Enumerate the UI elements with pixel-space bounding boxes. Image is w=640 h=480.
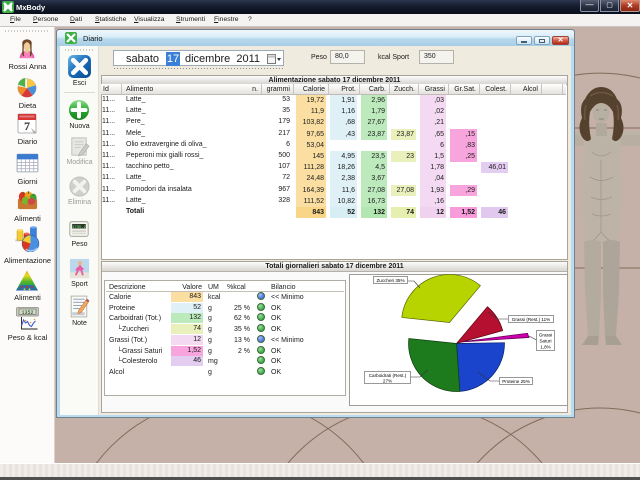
svg-text:1352: 1352 bbox=[21, 310, 33, 316]
svg-text:1735.2: 1735.2 bbox=[72, 226, 87, 230]
svg-text:7: 7 bbox=[24, 119, 30, 133]
